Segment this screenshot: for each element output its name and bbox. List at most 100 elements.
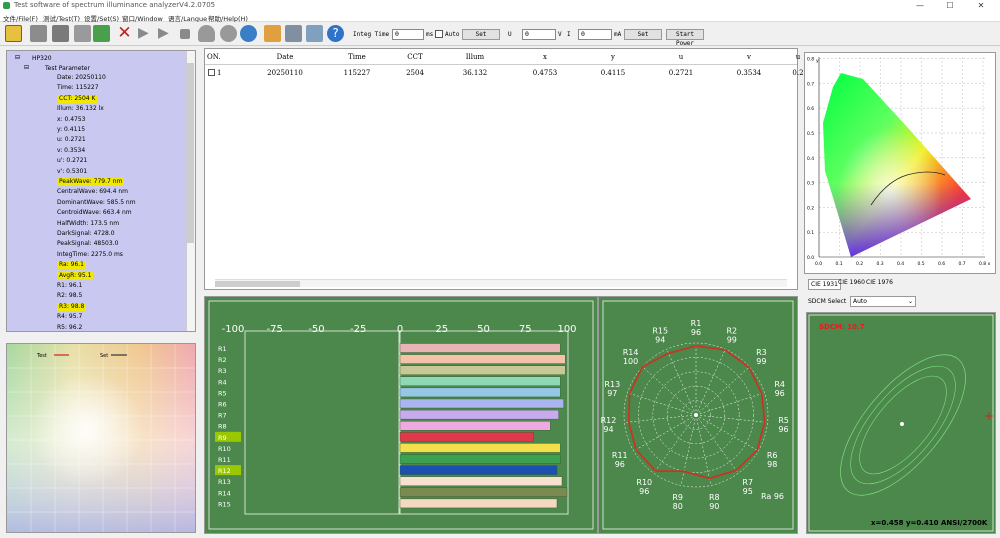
cri-category-label: R4 (218, 378, 227, 386)
cri-bar (399, 354, 566, 364)
tree-scrollbar[interactable] (186, 51, 195, 331)
tree-item[interactable]: v: 0.3534 (57, 147, 85, 155)
set-power-button[interactable]: Set (624, 29, 662, 40)
play-icon[interactable]: ▶ (138, 25, 155, 42)
v-unit-label: V (558, 31, 562, 38)
integ-time-input[interactable]: 0 (392, 29, 424, 40)
table-hscrollbar[interactable] (215, 279, 787, 287)
start-power-button[interactable]: Start Power (666, 29, 704, 47)
cie-x-tick: 0.1 (836, 261, 843, 267)
current-input[interactable]: 0 (578, 29, 612, 40)
tree-item[interactable]: R5: 96.2 (57, 324, 82, 331)
radar-category-label: R8 (709, 493, 720, 502)
sdcm-select-dropdown[interactable]: Auto ⌄ (850, 296, 916, 307)
radar-category-label: R14 (623, 348, 639, 357)
sdcm-select-bar: SDCM Select Auto ⌄ (804, 294, 996, 310)
stop-icon[interactable] (180, 29, 190, 39)
minimize-button[interactable]: — (905, 0, 935, 11)
tree-item[interactable]: u: 0.2721 (57, 136, 86, 144)
maximize-button[interactable]: ☐ (935, 0, 965, 11)
tree-item[interactable]: DominantWave: 585.5 nm (57, 199, 136, 207)
column-header[interactable]: Illum (445, 50, 505, 64)
tree-item[interactable]: IntegTime: 2275.0 ms (57, 251, 123, 259)
radar-value-label: 90 (709, 502, 719, 511)
refresh-icon[interactable] (240, 25, 257, 42)
tree-scroll-thumb[interactable] (187, 63, 194, 243)
cie-x-tick: 0.5 (918, 261, 925, 267)
radar-value-label: 96 (778, 425, 788, 434)
tab-cie-1960[interactable]: CIE 1960 (838, 279, 865, 286)
sdcm-value: SDCM: 10.7 (819, 323, 865, 331)
tree-toggle-group[interactable]: ⊟ (24, 64, 29, 71)
tree-item[interactable]: R4: 95.7 (57, 313, 82, 321)
delete-icon[interactable]: ✕ (116, 25, 133, 42)
help-icon[interactable]: ? (327, 25, 344, 42)
tree-item[interactable]: y: 0.4115 (57, 126, 85, 134)
color-rendering-panel: Test Set (6, 343, 196, 533)
column-header[interactable]: v (719, 50, 779, 64)
cri-category-label: R14 (218, 489, 231, 497)
cie-y-tick: 0.4 (807, 156, 814, 162)
tree-item[interactable]: CCT: 2504 K (57, 94, 98, 103)
cri-bar (399, 387, 561, 398)
tree-root-node[interactable]: HP320 (32, 55, 52, 62)
tree-item[interactable]: R2: 98.5 (57, 292, 82, 300)
open-folder-icon[interactable] (5, 25, 22, 42)
tree-item[interactable]: v': 0.5301 (57, 168, 87, 176)
set-integ-button[interactable]: Set (462, 29, 500, 40)
close-window-button[interactable]: ✕ (966, 0, 996, 11)
tree-item[interactable]: Illum: 36.132 lx (57, 105, 104, 113)
tree-item[interactable]: CentralWave: 694.4 nm (57, 188, 128, 196)
column-header[interactable]: x (515, 50, 575, 64)
tree-item[interactable]: Ra: 96.1 (57, 261, 87, 270)
cie-y-tick: 0.2 (807, 205, 814, 211)
tree-item[interactable]: R3: 98.8 (57, 302, 87, 311)
cie-x-tick: 0.4 (897, 261, 904, 267)
cri-axis-tick: 100 (557, 324, 576, 335)
tree-item[interactable]: CentroidWave: 663.4 nm (57, 209, 132, 217)
lamp-settings-icon[interactable] (220, 25, 237, 42)
tree-item[interactable]: PeakWave: 779.7 nm (57, 178, 125, 186)
tree-item[interactable]: u': 0.2721 (57, 157, 87, 165)
cri-category-label: R13 (218, 478, 231, 486)
lamp-icon[interactable] (198, 25, 215, 42)
table-cell: 1 (217, 69, 222, 77)
cie-y-tick: 0.8 (807, 57, 814, 63)
column-header[interactable]: Date (255, 50, 315, 64)
tree-item[interactable]: x: 0.4753 (57, 116, 85, 124)
auto-checkbox[interactable] (435, 30, 443, 38)
column-header[interactable]: CCT (388, 50, 442, 64)
tree-group-node[interactable]: Test Parameter (45, 65, 90, 72)
zoom-icon[interactable] (306, 25, 323, 42)
column-header[interactable]: ON. (207, 50, 247, 64)
save-icon[interactable] (74, 25, 91, 42)
column-header[interactable]: u (651, 50, 711, 64)
tree-item[interactable]: R1: 96.1 (57, 282, 82, 290)
cri-bar (399, 443, 561, 453)
table-row[interactable]: 1 20250110 115227 2504 36.132 0.4753 0.4115 0.2… (205, 66, 804, 80)
print-icon[interactable] (285, 25, 302, 42)
page-icon[interactable] (30, 25, 47, 42)
radar-category-label: R11 (612, 451, 628, 460)
cri-category-label: R3 (218, 367, 227, 375)
row-checkbox[interactable] (208, 69, 215, 76)
tree-item[interactable]: PeakSignal: 48503.0 (57, 240, 118, 248)
tree-item[interactable]: HalfWidth: 173.5 nm (57, 220, 119, 228)
column-header[interactable]: Time (327, 50, 387, 64)
radar-category-label: R9 (672, 493, 683, 502)
tree-toggle-root[interactable]: ⊟ (15, 54, 20, 61)
tab-cie-1931[interactable]: CIE 1931 (808, 279, 841, 290)
continuous-play-icon[interactable]: ▶ (158, 25, 175, 42)
tab-cie-1976[interactable]: CIE 1976 (866, 279, 893, 286)
spreadsheet-icon[interactable] (93, 25, 110, 42)
tree-item[interactable]: Date: 20250110 (57, 74, 106, 82)
edit-icon[interactable] (264, 25, 281, 42)
tree-item[interactable]: DarkSignal: 4728.0 (57, 230, 115, 238)
copy-icon[interactable] (52, 25, 69, 42)
table-hscroll-thumb[interactable] (215, 281, 300, 287)
tree-item[interactable]: Time: 115227 (57, 84, 99, 92)
voltage-input[interactable]: 0 (522, 29, 556, 40)
column-header[interactable]: y (583, 50, 643, 64)
cri-bar (399, 376, 561, 387)
tree-item[interactable]: AvgR: 95.1 (57, 271, 94, 280)
